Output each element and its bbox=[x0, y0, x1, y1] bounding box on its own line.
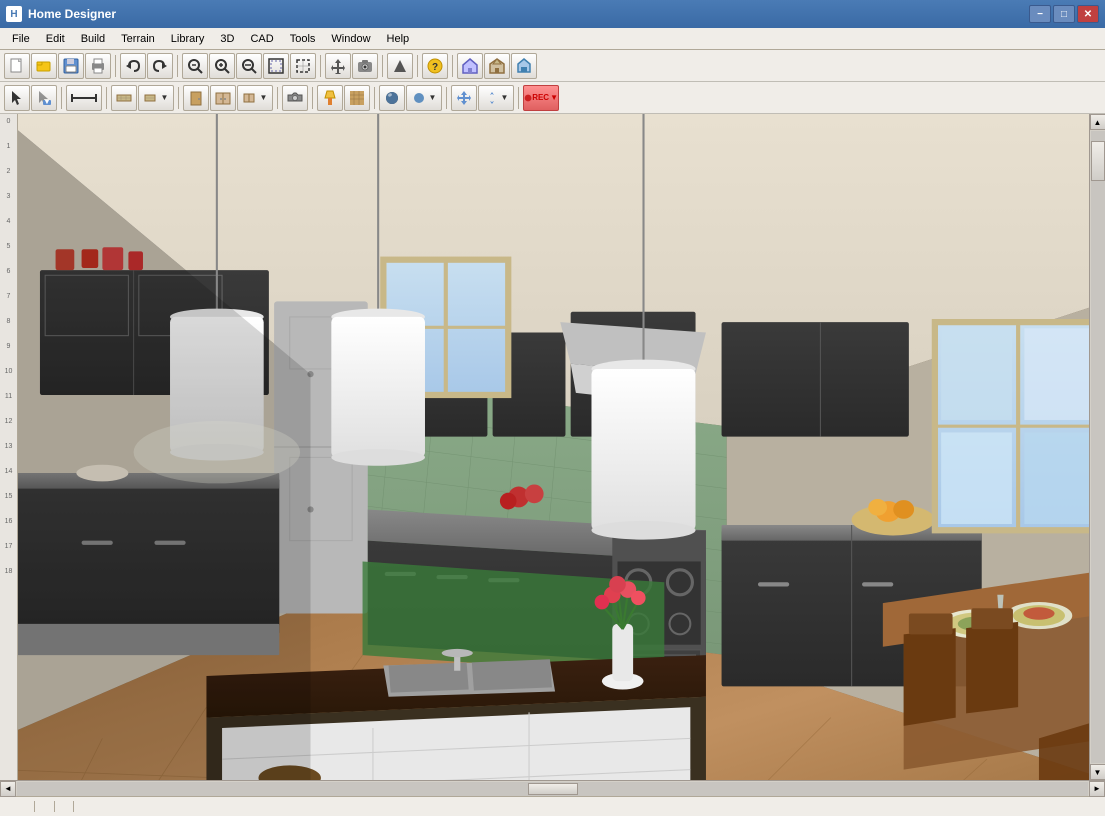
menu-help[interactable]: Help bbox=[379, 31, 418, 47]
menu-terrain[interactable]: Terrain bbox=[113, 31, 163, 47]
app-icon: H bbox=[6, 6, 22, 22]
close-button[interactable]: ✕ bbox=[1077, 5, 1099, 23]
undo-button[interactable] bbox=[120, 53, 146, 79]
toolbar-tools: ▼ ▼ ▼ ▼ bbox=[0, 82, 1105, 114]
camera-button[interactable] bbox=[352, 53, 378, 79]
scroll-track-vertical bbox=[1091, 131, 1105, 763]
maximize-button[interactable]: □ bbox=[1053, 5, 1075, 23]
sep-t8 bbox=[518, 87, 519, 109]
help-button[interactable]: ? bbox=[422, 53, 448, 79]
kitchen-scene bbox=[18, 114, 1089, 780]
bottom-scrollbar: ◄ ► bbox=[0, 780, 1105, 796]
cabinet-dropdown-button[interactable]: ▼ bbox=[237, 85, 273, 111]
pan-button[interactable] bbox=[325, 53, 351, 79]
app-title: Home Designer bbox=[28, 7, 1029, 21]
kitchen-svg bbox=[18, 114, 1089, 780]
menu-3d[interactable]: 3D bbox=[212, 31, 242, 47]
cabinet-button[interactable] bbox=[210, 85, 236, 111]
toolbar-main: ? bbox=[0, 50, 1105, 82]
sep5 bbox=[417, 55, 418, 77]
door-button[interactable] bbox=[183, 85, 209, 111]
fit-view-button[interactable] bbox=[263, 53, 289, 79]
window-controls: − □ ✕ bbox=[1029, 5, 1099, 23]
polygon-select-button[interactable]: ▼ bbox=[31, 85, 57, 111]
sep6 bbox=[452, 55, 453, 77]
new-button[interactable] bbox=[4, 53, 30, 79]
scroll-left-button[interactable]: ◄ bbox=[0, 781, 16, 797]
sep1 bbox=[115, 55, 116, 77]
menu-window[interactable]: Window bbox=[323, 31, 378, 47]
zoom-box-button[interactable] bbox=[290, 53, 316, 79]
sep-t2 bbox=[106, 87, 107, 109]
scroll-thumb-vertical[interactable] bbox=[1091, 141, 1105, 181]
wall-dropdown-button[interactable]: ▼ bbox=[138, 85, 174, 111]
main-area: 0 1 2 3 4 5 6 7 8 9 10 11 12 13 14 15 16… bbox=[0, 114, 1105, 780]
canvas-area[interactable] bbox=[18, 114, 1089, 780]
move-tool-button[interactable] bbox=[451, 85, 477, 111]
measure-button[interactable] bbox=[66, 85, 102, 111]
redo-button[interactable] bbox=[147, 53, 173, 79]
house3-button[interactable] bbox=[511, 53, 537, 79]
menu-tools[interactable]: Tools bbox=[282, 31, 324, 47]
sep-t7 bbox=[446, 87, 447, 109]
select-button[interactable] bbox=[4, 85, 30, 111]
wall-button[interactable] bbox=[111, 85, 137, 111]
right-scrollbar: ▲ ▼ bbox=[1089, 114, 1105, 780]
paint-button[interactable] bbox=[317, 85, 343, 111]
zoom-out-button[interactable] bbox=[236, 53, 262, 79]
status-section-4 bbox=[63, 801, 75, 812]
sep3 bbox=[320, 55, 321, 77]
zoom-in-button[interactable] bbox=[209, 53, 235, 79]
texture-button[interactable] bbox=[344, 85, 370, 111]
status-section-2 bbox=[23, 801, 35, 812]
sep-t5 bbox=[312, 87, 313, 109]
print-button[interactable] bbox=[85, 53, 111, 79]
sep-t1 bbox=[61, 87, 62, 109]
svg-text:?: ? bbox=[432, 62, 438, 73]
arrow-up-button[interactable] bbox=[387, 53, 413, 79]
status-bar bbox=[0, 796, 1105, 816]
house1-button[interactable] bbox=[457, 53, 483, 79]
scroll-up-button[interactable]: ▲ bbox=[1090, 114, 1105, 130]
sep-t3 bbox=[178, 87, 179, 109]
house2-button[interactable] bbox=[484, 53, 510, 79]
title-bar: H Home Designer − □ ✕ bbox=[0, 0, 1105, 28]
sep-t4 bbox=[277, 87, 278, 109]
scroll-right-button[interactable]: ► bbox=[1089, 781, 1105, 797]
menu-file[interactable]: File bbox=[4, 31, 38, 47]
scroll-down-button[interactable]: ▼ bbox=[1090, 764, 1105, 780]
scroll-track-horizontal bbox=[17, 782, 1088, 796]
menu-cad[interactable]: CAD bbox=[242, 31, 281, 47]
left-ruler: 0 1 2 3 4 5 6 7 8 9 10 11 12 13 14 15 16… bbox=[0, 114, 18, 780]
move-dropdown-button[interactable]: ▼ bbox=[478, 85, 514, 111]
svg-text:▼: ▼ bbox=[44, 99, 51, 106]
menu-bar: File Edit Build Terrain Library 3D CAD T… bbox=[0, 28, 1105, 50]
sep2 bbox=[177, 55, 178, 77]
camera-tool-button[interactable] bbox=[282, 85, 308, 111]
menu-build[interactable]: Build bbox=[73, 31, 113, 47]
minimize-button[interactable]: − bbox=[1029, 5, 1051, 23]
material-button[interactable] bbox=[379, 85, 405, 111]
scroll-thumb-horizontal[interactable] bbox=[528, 783, 578, 795]
record-button[interactable]: REC ▼ bbox=[523, 85, 559, 111]
open-button[interactable] bbox=[31, 53, 57, 79]
sep4 bbox=[382, 55, 383, 77]
menu-edit[interactable]: Edit bbox=[38, 31, 73, 47]
menu-library[interactable]: Library bbox=[163, 31, 213, 47]
sep-t6 bbox=[374, 87, 375, 109]
zoom-small-button[interactable] bbox=[182, 53, 208, 79]
material-dropdown-button[interactable]: ▼ bbox=[406, 85, 442, 111]
status-section-3 bbox=[43, 801, 55, 812]
save-button[interactable] bbox=[58, 53, 84, 79]
